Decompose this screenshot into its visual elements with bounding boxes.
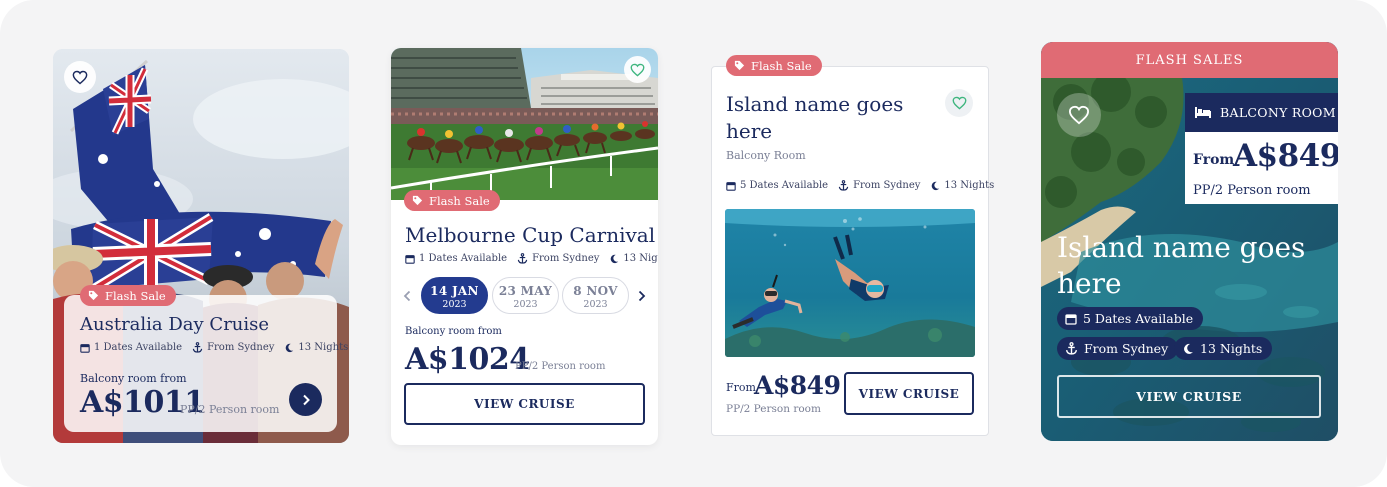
- chevron-right-icon: [302, 394, 310, 405]
- date-option-day: 23 MAY: [498, 284, 553, 298]
- price-value: A$1024: [405, 342, 530, 377]
- tag-icon: [734, 60, 745, 71]
- room-type: Balcony Room: [726, 149, 806, 162]
- cruise-meta: 1 Dates Available From Sydney 13 Nights: [405, 253, 658, 264]
- cruise-title: Australia Day Cruise: [80, 314, 270, 335]
- nights-text: 13 Nights: [298, 342, 349, 353]
- moon-icon: [1184, 343, 1193, 354]
- view-cruise-button[interactable]: VIEW CRUISE: [1057, 375, 1321, 418]
- flash-sale-badge: Flash Sale: [726, 55, 822, 76]
- dates-available-chip: 5 Dates Available: [1057, 307, 1204, 330]
- cruise-card-island-aerial[interactable]: FLASH SALES BALCONY ROOM From A$849 PP/2…: [1041, 42, 1338, 441]
- flash-sale-badge: Flash Sale: [80, 285, 176, 306]
- nights-chip: 13 Nights: [1174, 337, 1273, 360]
- heart-icon: [630, 63, 645, 77]
- cruise-card-island-snorkel[interactable]: Flash Sale Island name goes here Balcony…: [711, 55, 994, 436]
- flash-sale-label: Flash Sale: [429, 193, 490, 208]
- dates-available-text: 1 Dates Available: [94, 342, 183, 353]
- favorite-button[interactable]: [64, 61, 96, 93]
- room-type-label: BALCONY ROOM: [1220, 105, 1336, 120]
- per-person-note: PP/2 Person room: [726, 403, 821, 415]
- dates-available-text: 1 Dates Available: [419, 253, 508, 264]
- favorite-button[interactable]: [945, 89, 973, 117]
- flash-sales-banner: FLASH SALES: [1041, 42, 1338, 78]
- date-option[interactable]: 8 NOV 2023: [562, 277, 629, 314]
- anchor-icon: [1065, 342, 1078, 355]
- cruise-title: Island name goes here: [726, 92, 904, 143]
- price-value: A$849: [754, 371, 841, 400]
- flash-sale-label: Flash Sale: [105, 288, 166, 303]
- chevron-right-icon[interactable]: [637, 290, 646, 302]
- price-label: From: [1193, 152, 1235, 168]
- date-option-year: 2023: [583, 299, 608, 310]
- moon-icon: [286, 343, 294, 352]
- date-option-year: 2023: [442, 299, 467, 310]
- room-type-header: BALCONY ROOM: [1185, 93, 1338, 132]
- heart-icon: [1068, 105, 1090, 125]
- date-option[interactable]: 23 MAY 2023: [492, 277, 559, 314]
- departure-port-text: From Sydney: [853, 180, 921, 191]
- anchor-icon: [192, 342, 203, 353]
- calendar-icon: [726, 181, 736, 191]
- nights-text: 13 Nights: [1200, 341, 1263, 356]
- date-option-day: 14 JAN: [430, 284, 479, 298]
- favorite-button[interactable]: [1057, 93, 1101, 137]
- dates-available-text: 5 Dates Available: [1083, 311, 1194, 326]
- calendar-icon: [1065, 313, 1077, 325]
- view-cruise-button[interactable]: VIEW CRUISE: [844, 372, 974, 415]
- flash-sale-badge: Flash Sale: [404, 190, 500, 211]
- card-info-panel: Flash Sale Australia Day Cruise 1 Dates …: [64, 285, 348, 432]
- cruise-meta: 1 Dates Available From Sydney 13 Nights: [80, 342, 348, 353]
- date-selector: 14 JAN 2023 23 MAY 2023 8 NOV 2023: [403, 277, 648, 315]
- cruise-card-melbourne-cup[interactable]: Flash Sale Melbourne Cup Carnival 1 Date…: [391, 48, 658, 445]
- departure-port-chip: From Sydney: [1057, 337, 1179, 360]
- anchor-icon: [517, 253, 528, 264]
- page-background: Flash Sale Australia Day Cruise 1 Dates …: [0, 0, 1387, 487]
- date-option[interactable]: 14 JAN 2023: [421, 277, 488, 314]
- calendar-icon: [80, 343, 90, 353]
- heart-icon: [72, 70, 88, 84]
- departure-port-text: From Sydney: [207, 342, 275, 353]
- price-label: Balcony room from: [80, 372, 187, 385]
- nights-text: 13 Nights: [944, 180, 995, 191]
- dates-available-text: 5 Dates Available: [740, 180, 829, 191]
- per-person-note: PP/2 Person room: [515, 361, 606, 372]
- favorite-button[interactable]: [624, 56, 651, 83]
- view-cruise-arrow-button[interactable]: [289, 383, 322, 416]
- nights-text: 13 Nights: [623, 253, 658, 264]
- cruise-card-australia-day[interactable]: Flash Sale Australia Day Cruise 1 Dates …: [53, 49, 349, 443]
- calendar-icon: [405, 254, 415, 264]
- price-box: From A$849 PP/2 Person room: [1185, 132, 1338, 204]
- card-photo-snorkelers: [725, 209, 975, 357]
- per-person-note: PP/2 Person room: [1193, 183, 1311, 198]
- cruise-title: Island name goes here: [1057, 231, 1306, 300]
- moon-icon: [611, 254, 619, 263]
- cruise-meta: 5 Dates Available From Sydney 13 Nights: [726, 180, 994, 191]
- price-value: A$849: [1233, 138, 1338, 174]
- price-label: Balcony room from: [405, 326, 502, 337]
- departure-port-text: From Sydney: [1084, 341, 1169, 356]
- view-cruise-button[interactable]: VIEW CRUISE: [404, 383, 645, 425]
- price-label: From: [726, 381, 756, 394]
- anchor-icon: [838, 180, 849, 191]
- date-option-day: 8 NOV: [573, 284, 618, 298]
- tag-icon: [412, 195, 423, 206]
- per-person-note: PP/2 Person room: [180, 403, 280, 416]
- date-option-year: 2023: [513, 299, 538, 310]
- bed-icon: [1195, 107, 1211, 118]
- heart-icon: [952, 96, 966, 110]
- cruise-title: Melbourne Cup Carnival: [405, 223, 656, 247]
- chevron-left-icon[interactable]: [403, 290, 412, 302]
- flash-sale-label: Flash Sale: [751, 58, 812, 73]
- moon-icon: [932, 181, 940, 190]
- tag-icon: [88, 290, 99, 301]
- departure-port-text: From Sydney: [532, 253, 600, 264]
- card-photo-horse-race: [391, 48, 658, 200]
